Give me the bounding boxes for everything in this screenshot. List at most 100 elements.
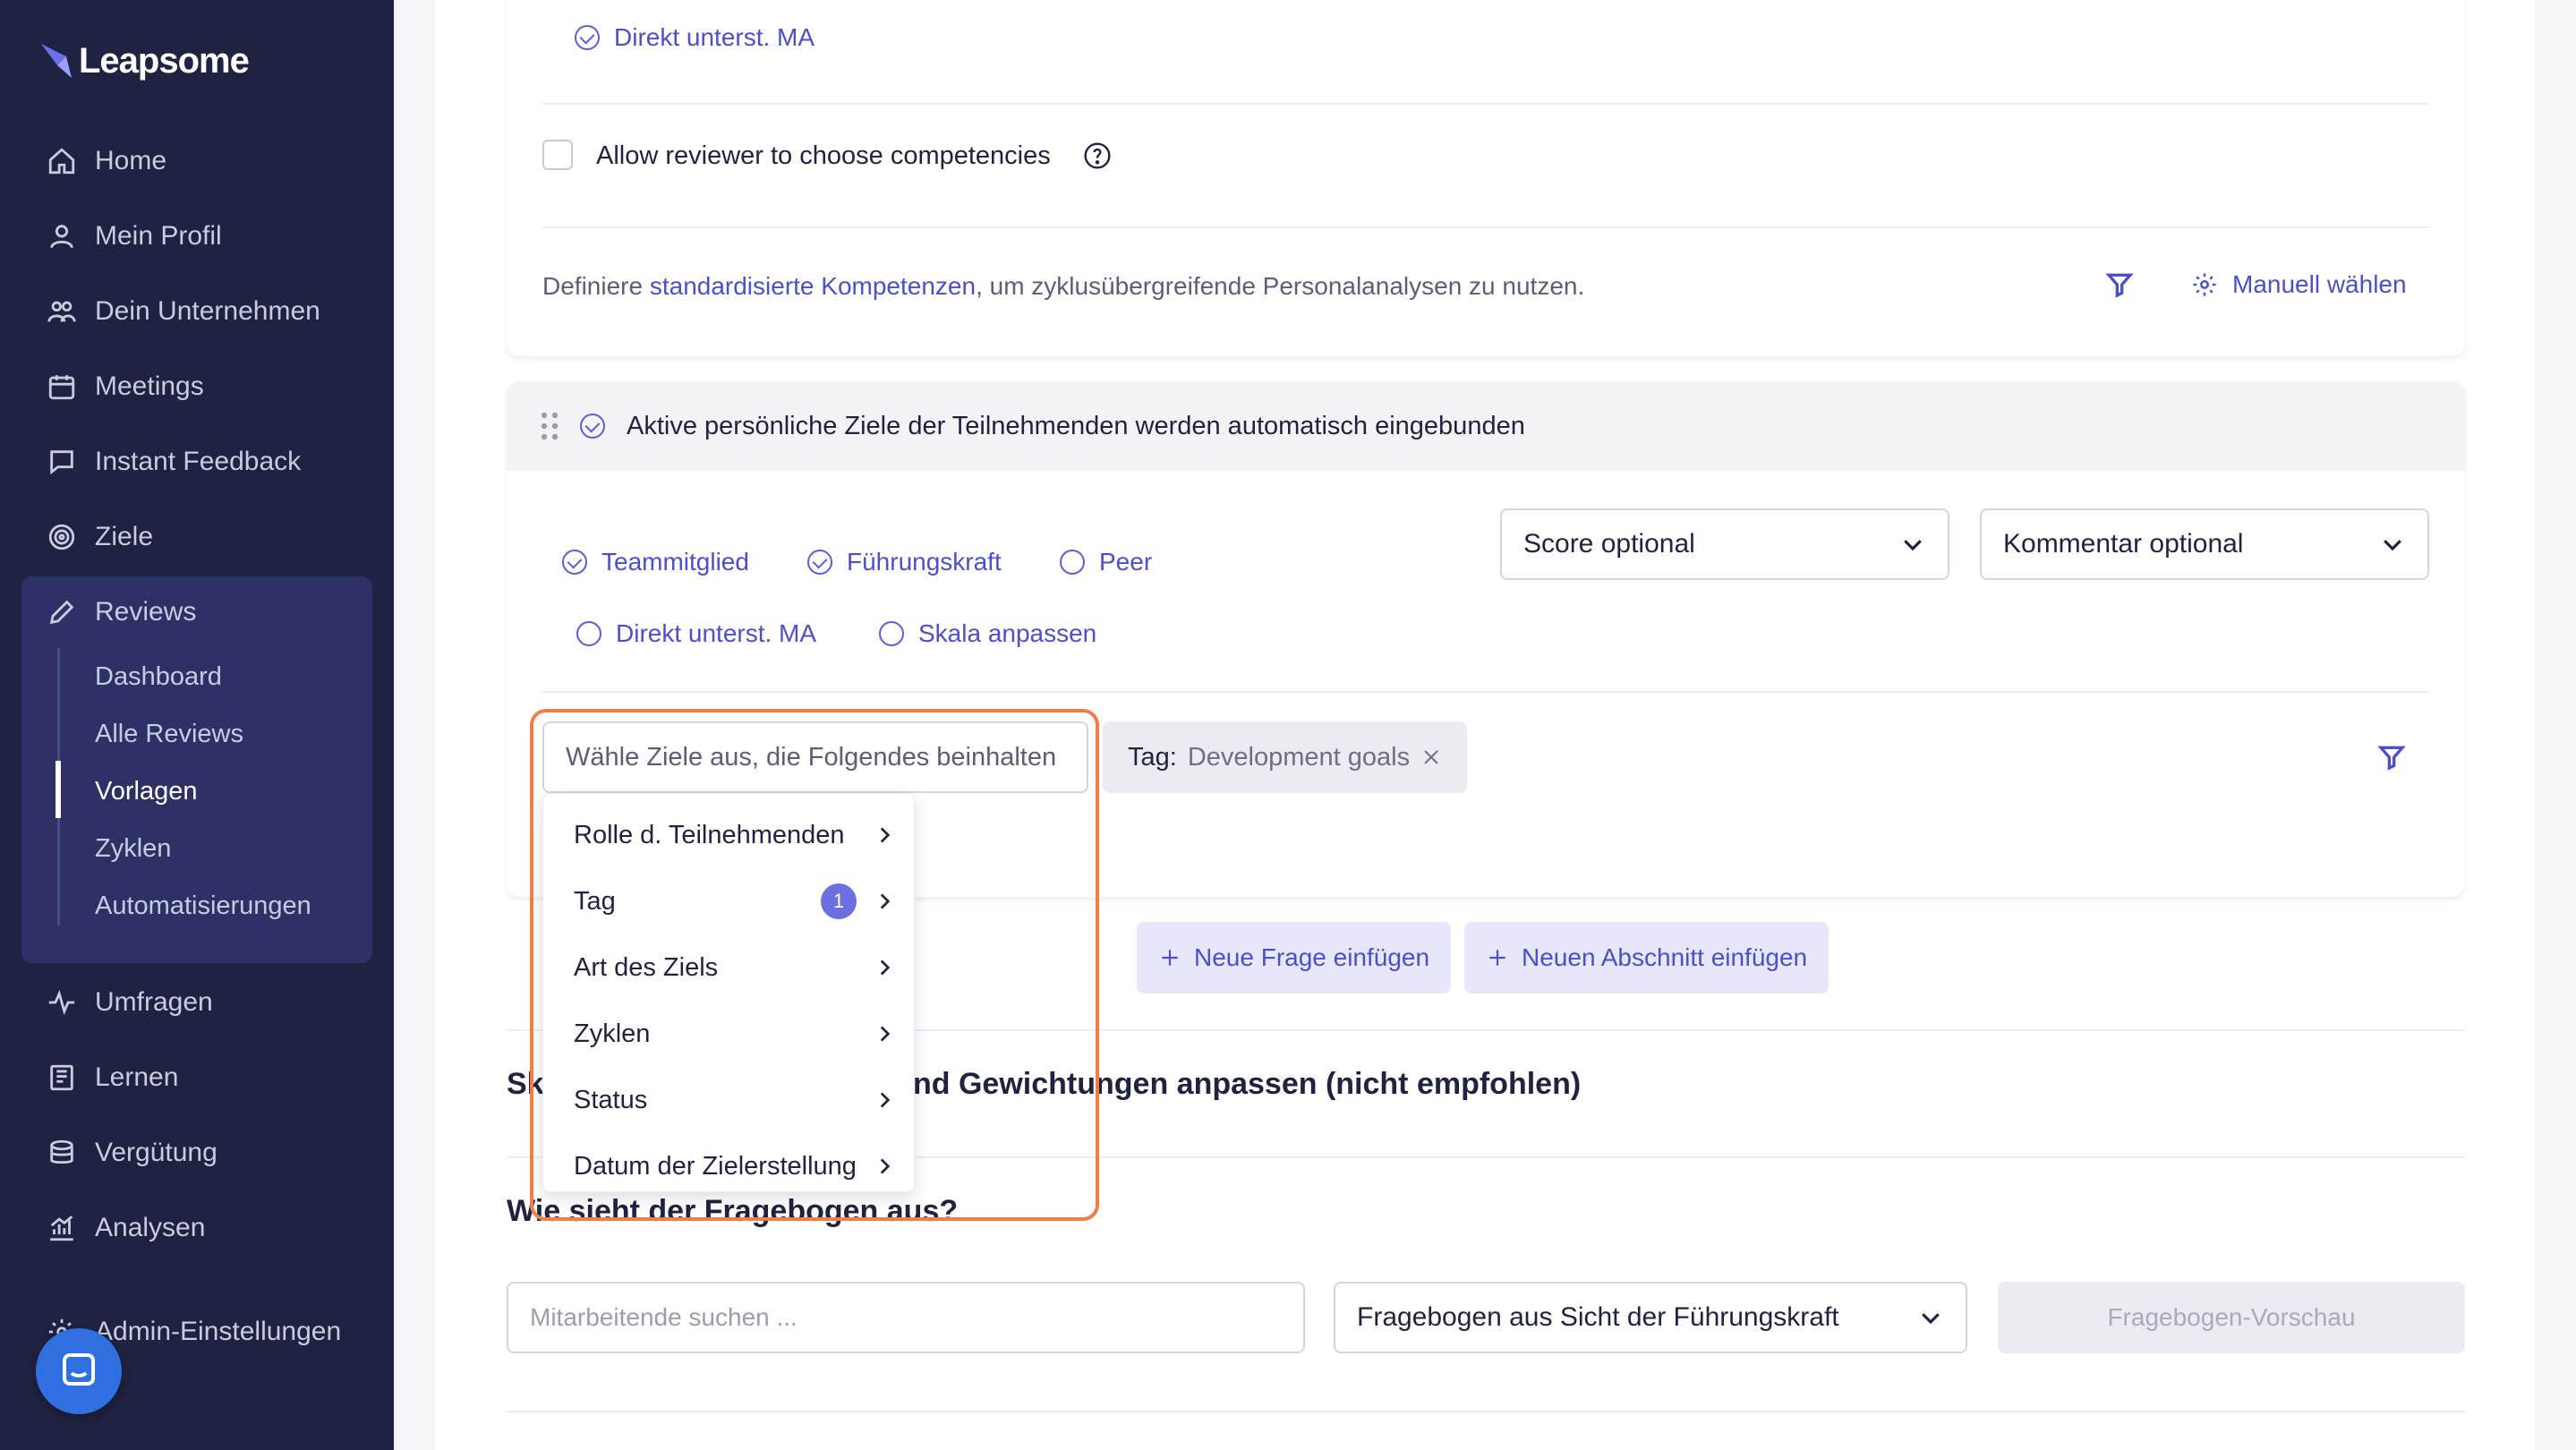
calendar-icon [48,375,75,400]
new-section-button[interactable]: Neuen Abschnitt einfügen [1464,922,1830,994]
pencil-icon [49,600,74,625]
sidebar-item-label: Lernen [95,1062,179,1092]
define-prefix: Definiere [542,272,650,300]
sidebar-item-umfragen[interactable]: Umfragen [47,980,213,1025]
sidebar-subitem-zyklen[interactable]: Zyklen [95,834,171,864]
plus-icon [1162,950,1178,966]
employee-search-input[interactable]: Mitarbeitende suchen ... [507,1282,1305,1353]
goals-header-text: Aktive persönliche Ziele der Teilnehmend… [627,412,1525,440]
comment-select[interactable]: Kommentar optional [1980,508,2429,580]
tag-chip-prefix: Tag: [1128,742,1177,772]
sidebar-item-label: Meetings [95,371,204,401]
sidebar-item-home[interactable]: Home [47,139,166,183]
dropdown-item-status[interactable]: Status [574,1073,896,1127]
chevron-right-icon [880,1026,891,1042]
new-question-button[interactable]: Neue Frage einfügen [1137,922,1452,994]
sidebar-subitem-vorlagen[interactable]: Vorlagen [95,777,198,806]
dropdown-item-datum[interactable]: Datum der Zielerstellung [574,1139,896,1193]
sidebar-item-reviews[interactable]: Reviews [47,590,196,635]
help-icon[interactable] [1083,141,1112,170]
sidebar-subitem-automatisierungen[interactable]: Automatisierungen [95,891,311,921]
sidebar-item-label: Admin-Einstellungen [95,1317,342,1346]
option-direkt-unterst-ma[interactable]: Direkt unterst. MA [575,23,815,52]
sidebar-item-ziele[interactable]: Ziele [47,515,153,559]
define-competencies-text: Definiere standardisierte Kompetenzen, u… [542,272,1584,301]
drag-handle-icon[interactable] [541,412,559,440]
circle-icon [879,621,904,646]
check-circle-icon [580,414,605,439]
circle-icon [576,621,601,646]
dropdown-item-rolle[interactable]: Rolle d. Teilnehmenden [574,808,896,862]
option-label: Skala anpassen [918,619,1097,647]
gear-icon [2193,273,2216,296]
define-suffix: , um zyklusübergreifende Personalanalyse… [976,272,1585,300]
sidebar-item-meetings[interactable]: Meetings [47,364,204,409]
sidebar-item-lernen[interactable]: Lernen [47,1055,178,1100]
dropdown-item-label: Status [574,1085,648,1114]
option-label: Direkt unterst. MA [616,619,817,647]
sidebar-item-verguetung[interactable]: Vergütung [47,1130,218,1175]
sidebar-item-label: Ziele [95,522,154,551]
submenu-active-indicator [55,761,61,818]
chevron-right-icon [880,960,891,976]
dropdown-item-label: Tag [574,886,616,916]
standardized-competencies-link[interactable]: standardisierte Kompetenzen [650,272,976,300]
close-icon[interactable] [1420,746,1442,768]
dropdown-item-art-des-ziels[interactable]: Art des Ziels [574,941,896,994]
manual-select-button[interactable]: Manuell wählen [2191,270,2407,299]
logo-text: Leapsome [79,41,250,81]
questionnaire-preview-button[interactable]: Fragebogen-Vorschau [1998,1282,2465,1353]
dropdown-item-label: Zyklen [574,1019,651,1048]
new-section-label: Neuen Abschnitt einfügen [1522,943,1808,971]
score-select[interactable]: Score optional [1500,508,1949,580]
sidebar-item-label: Dein Unternehmen [95,296,320,326]
allow-reviewer-checkbox[interactable] [542,140,573,170]
goal-filter-button[interactable] [2377,743,2406,776]
users-icon [47,301,76,322]
sidebar-item-label: Home [95,146,167,175]
option-fuehrungskraft[interactable]: Führungskraft [807,548,1002,576]
chevron-right-icon [880,1092,891,1108]
perspective-select[interactable]: Fragebogen aus Sicht der Führungskraft [1334,1282,1967,1353]
goal-filter-input[interactable]: Wähle Ziele aus, die Folgendes beinhalte… [542,721,1088,793]
sidebar-subitem-alle-reviews[interactable]: Alle Reviews [95,720,243,749]
coins-icon [50,1139,73,1164]
sidebar-item-dein-unternehmen[interactable]: Dein Unternehmen [47,289,320,334]
sidebar-item-label: Umfragen [95,987,213,1017]
target-icon [48,524,75,550]
chevron-down-icon [1922,1313,1940,1325]
chevron-right-icon [880,827,891,843]
sidebar-item-label: Mein Profil [95,221,222,251]
support-chat-button[interactable] [36,1328,122,1414]
sidebar-item-analysen[interactable]: Analysen [47,1206,205,1250]
option-teammitglied[interactable]: Teammitglied [562,548,749,576]
filter-icon [2105,273,2134,298]
filter-icon [2377,746,2406,771]
divider [542,226,2429,228]
dropdown-item-label: Datum der Zielerstellung [574,1151,857,1181]
dropdown-item-zyklen[interactable]: Zyklen [574,1007,896,1061]
check-circle-icon [562,550,587,575]
allow-reviewer-label: Allow reviewer to choose competencies [596,141,1051,170]
sidebar-item-mein-profil[interactable]: Mein Profil [47,214,222,259]
logo[interactable]: Leapsome [39,41,250,81]
sidebar-item-instant-feedback[interactable]: Instant Feedback [47,439,301,484]
option-label: Peer [1099,548,1153,576]
sidebar-subitem-dashboard[interactable]: Dashboard [95,662,222,692]
option-skala-anpassen[interactable]: Skala anpassen [879,619,1096,648]
filter-dropdown-menu: Rolle d. Teilnehmenden Tag 1 Art des Zie… [542,793,915,1192]
preview-heading: Wie sieht der Fragebogen aus? [507,1194,959,1228]
tag-filter-chip[interactable]: Tag: Development goals [1103,721,1468,793]
option-direkt-unterst-ma-2[interactable]: Direkt unterst. MA [576,619,816,648]
home-icon [48,148,75,175]
sidebar-item-label: Vergütung [95,1138,218,1167]
sidebar: Leapsome Home Mein Profil Dein Unternehm… [0,0,394,1450]
option-label: Direkt unterst. MA [614,23,815,51]
filter-button[interactable] [2105,270,2134,303]
weights-heading-right: nd Gewichtungen anpassen (nicht empfohle… [913,1067,1582,1101]
chevron-down-icon [1904,540,1922,551]
option-peer[interactable]: Peer [1060,548,1152,576]
check-circle-icon [575,25,600,50]
new-question-label: Neue Frage einfügen [1194,943,1430,971]
dropdown-item-tag[interactable]: Tag 1 [574,874,896,928]
